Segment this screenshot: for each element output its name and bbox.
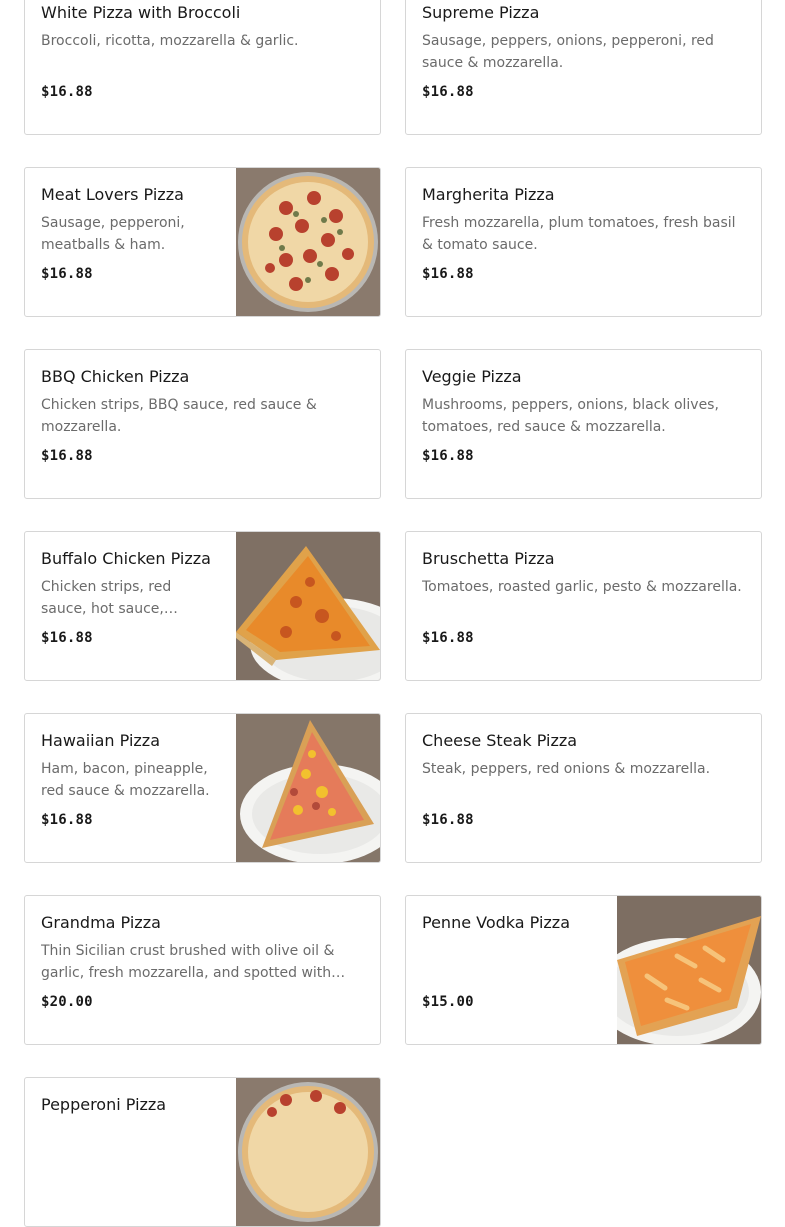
item-name: White Pizza with Broccoli — [41, 3, 241, 22]
item-description: Sausage, peppers, onions, pepperoni, red… — [422, 33, 714, 71]
item-name: Veggie Pizza — [422, 367, 522, 386]
item-description: Mushrooms, peppers, onions, black olives… — [422, 397, 719, 435]
item-description: Tomatoes, roasted garlic, pesto & mozzar… — [422, 579, 742, 595]
item-name: Supreme Pizza — [422, 3, 540, 22]
menu-item-card[interactable]: Hawaiian Pizza Ham, bacon, pineapple, re… — [24, 713, 381, 863]
item-name: Buffalo Chicken Pizza — [41, 549, 211, 568]
item-price: $20.00 — [41, 994, 93, 1010]
menu-item-card[interactable]: Bruschetta Pizza Tomatoes, roasted garli… — [405, 531, 762, 681]
menu-item-card[interactable]: Veggie Pizza Mushrooms, peppers, onions,… — [405, 349, 762, 499]
menu-item-card[interactable]: Buffalo Chicken Pizza Chicken strips, re… — [24, 531, 381, 681]
menu-item-card[interactable]: Pepperoni Pizza — [24, 1077, 381, 1227]
menu-item-card[interactable]: Penne Vodka Pizza $15.00 — [405, 895, 762, 1045]
item-price: $16.88 — [422, 448, 474, 464]
item-description: Steak, peppers, red onions & mozzarella. — [422, 761, 711, 777]
item-name: Hawaiian Pizza — [41, 731, 160, 750]
item-name: Meat Lovers Pizza — [41, 185, 184, 204]
item-price: $16.88 — [41, 630, 93, 646]
item-price: $16.88 — [41, 84, 93, 100]
item-description: Ham, bacon, pineapple, red sauce & mozza… — [41, 761, 210, 799]
pizza-slice-photo — [236, 714, 380, 862]
item-price: $16.88 — [422, 84, 474, 100]
item-price: $16.88 — [41, 812, 93, 828]
item-name: BBQ Chicken Pizza — [41, 367, 190, 386]
item-description: Chicken strips, red sauce, hot sauce, mo… — [41, 579, 172, 617]
item-description: Sausage, pepperoni, meatballs & ham. — [41, 215, 185, 253]
item-price: $15.00 — [422, 994, 474, 1010]
menu-item-card[interactable]: Meat Lovers Pizza Sausage, pepperoni, me… — [24, 167, 381, 317]
pizza-slice-photo — [617, 896, 761, 1044]
item-description: Broccoli, ricotta, mozzarella & garlic. — [41, 33, 299, 49]
item-price: $16.88 — [422, 630, 474, 646]
item-price: $16.88 — [41, 448, 93, 464]
menu-item-card[interactable]: Cheese Steak Pizza Steak, peppers, red o… — [405, 713, 762, 863]
menu-item-card[interactable]: Supreme Pizza Sausage, peppers, onions, … — [405, 0, 762, 135]
item-name: Penne Vodka Pizza — [422, 913, 570, 932]
menu-item-card[interactable]: Margherita Pizza Fresh mozzarella, plum … — [405, 167, 762, 317]
item-name: Margherita Pizza — [422, 185, 555, 204]
item-price: $16.88 — [41, 266, 93, 282]
item-price: $16.88 — [422, 266, 474, 282]
item-name: Cheese Steak Pizza — [422, 731, 578, 750]
menu-item-card[interactable]: Grandma Pizza Thin Sicilian crust brushe… — [24, 895, 381, 1045]
menu-item-card[interactable]: BBQ Chicken Pizza Chicken strips, BBQ sa… — [24, 349, 381, 499]
item-description: Chicken strips, BBQ sauce, red sauce & m… — [41, 397, 317, 435]
item-name: Bruschetta Pizza — [422, 549, 555, 568]
menu-item-card[interactable]: White Pizza with Broccoli Broccoli, rico… — [24, 0, 381, 135]
whole-pizza-photo — [236, 1078, 380, 1226]
item-description: Fresh mozzarella, plum tomatoes, fresh b… — [422, 215, 736, 253]
menu-grid: White Pizza with Broccoli Broccoli, rico… — [0, 0, 785, 1227]
item-description: Thin Sicilian crust brushed with olive o… — [41, 943, 335, 981]
item-price: $16.88 — [422, 812, 474, 828]
whole-pizza-photo — [236, 168, 380, 316]
item-name: Grandma Pizza — [41, 913, 161, 932]
item-name: Pepperoni Pizza — [41, 1095, 167, 1114]
pizza-slice-photo — [236, 532, 380, 680]
